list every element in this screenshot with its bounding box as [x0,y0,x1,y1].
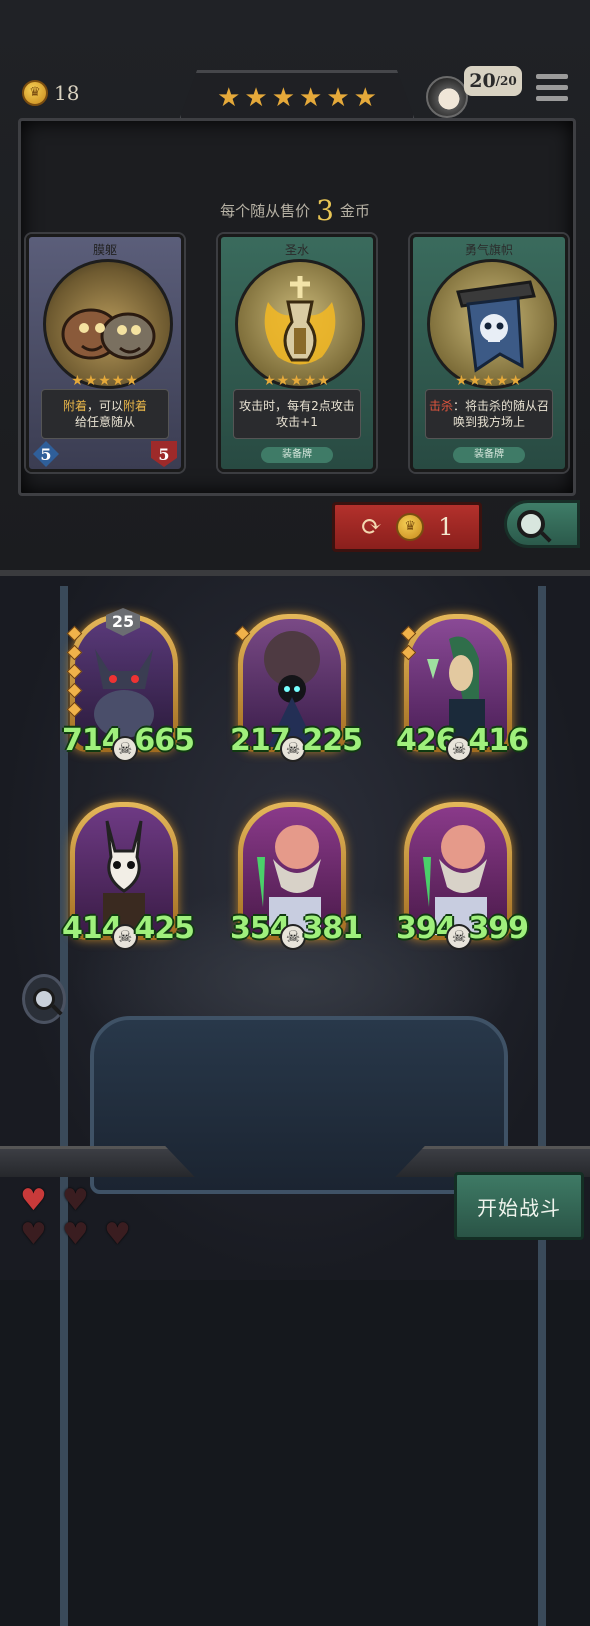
unit-health: 381 [302,911,363,946]
search-icon [517,510,545,538]
health-max: /20 [495,74,517,88]
board-unit[interactable]: 217 ☠ 225 [230,614,363,762]
card-art-image [235,259,365,389]
hamburger-menu-icon[interactable] [536,74,568,102]
card-stars: ★★★★★ [263,373,331,389]
shop-card[interactable]: 勇气旗帜 ★★★★★ 击杀：将击杀的随从召唤到我方场上 装备牌 [410,234,568,472]
battle-board: 25 714 ☠ 665 217 ☠ 225 426 ☠ 416 414 ☠ 4… [0,576,590,1626]
player-health-bubble: 20/20 [464,66,522,96]
heart-empty-icon: ♥ [20,1217,47,1252]
tier-star-icon: ★ [299,83,323,113]
card-health: 5 [151,441,177,467]
refresh-icon: ⟳ [360,512,383,542]
card-description: 攻击时，每有2点攻击攻击+1 [233,389,361,439]
tier-star-icon: ★ [244,83,268,113]
shop-card[interactable]: 膜躯 ★★★★★ 附着，可以附着 给任意随从 5 5 [26,234,184,472]
shop-card[interactable]: 圣水 ★★★★★ 攻击时，每有2点攻击攻击+1 装备牌 [218,234,376,472]
board-unit[interactable]: 414 ☠ 425 [62,802,195,950]
start-battle-button[interactable]: 开始战斗 [454,1172,584,1240]
board-unit[interactable]: 25 714 ☠ 665 [62,608,195,762]
board-unit[interactable]: 394 ☠ 399 [396,802,529,950]
skull-banner-illustration [456,280,536,373]
refresh-cost: 1 [438,513,454,541]
card-title: 圣水 [284,243,309,257]
tier-star-icon: ★ [217,83,241,113]
upgrade-markers [234,624,251,647]
shop-search-button[interactable] [504,500,580,548]
refresh-shop-button[interactable]: ⟳ ♛ 1 [332,502,482,552]
gold-coin-icon: ♛ [22,80,48,106]
card-description: 附着，可以附着 给任意随从 [41,389,169,439]
board-unit[interactable]: 426 ☠ 416 [396,614,529,762]
shop-panel: ♛ 18 ★ ★ ★ ★ ★ ★ 20/20 每个随从售价 3 金币 膜躯 ★★… [0,0,590,576]
board-unit[interactable]: 354 ☠ 381 [230,802,363,950]
unit-health: 665 [134,723,195,758]
lives-indicator: ♥ ♥ ♥ ♥ ♥ [14,1184,144,1252]
card-stars: ★★★★★ [455,373,523,389]
gold-counter: ♛ 18 [22,80,79,106]
health-current: 20 [469,70,496,92]
upgrade-markers [400,624,417,666]
tier-star-icon: ★ [271,83,295,113]
card-type-label: 装备牌 [261,447,333,463]
card-description: 击杀：将击杀的随从召唤到我方场上 [425,389,553,439]
unit-health: 225 [302,723,363,758]
price-prefix: 每个随从售价 [220,202,311,220]
gold-coin-icon: ♛ [396,513,425,541]
card-art-image [43,259,173,389]
goblin-pair-illustration [61,308,156,360]
unit-health: 416 [468,723,529,758]
card-title: 膜躯 [92,243,117,257]
card-stars: ★★★★★ [71,373,139,389]
sell-price-info: 每个随从售价 3 金币 [0,194,590,227]
unit-health: 399 [468,911,529,946]
heart-full-icon: ♥ [20,1183,47,1218]
heart-empty-icon: ♥ [62,1217,89,1252]
card-attack: 5 [33,441,59,467]
unit-health: 425 [134,911,195,946]
tier-star-icon: ★ [326,83,350,113]
heart-empty-icon: ♥ [104,1217,131,1252]
player-avatar[interactable] [426,76,468,118]
tavern-tier-stars: ★ ★ ★ ★ ★ ★ [178,70,416,123]
board-inspect-button[interactable] [22,974,66,1024]
heart-empty-icon: ♥ [62,1183,89,1218]
card-title: 勇气旗帜 [464,243,513,257]
upgrade-markers [66,624,83,723]
search-icon [33,988,55,1010]
card-art-image [427,259,557,389]
price-value: 3 [316,194,334,227]
price-suffix: 金币 [339,202,370,220]
tier-star-icon: ★ [353,83,377,113]
gold-amount: 18 [54,81,80,105]
card-type-label: 装备牌 [453,447,525,463]
holy-water-illustration [264,276,336,365]
